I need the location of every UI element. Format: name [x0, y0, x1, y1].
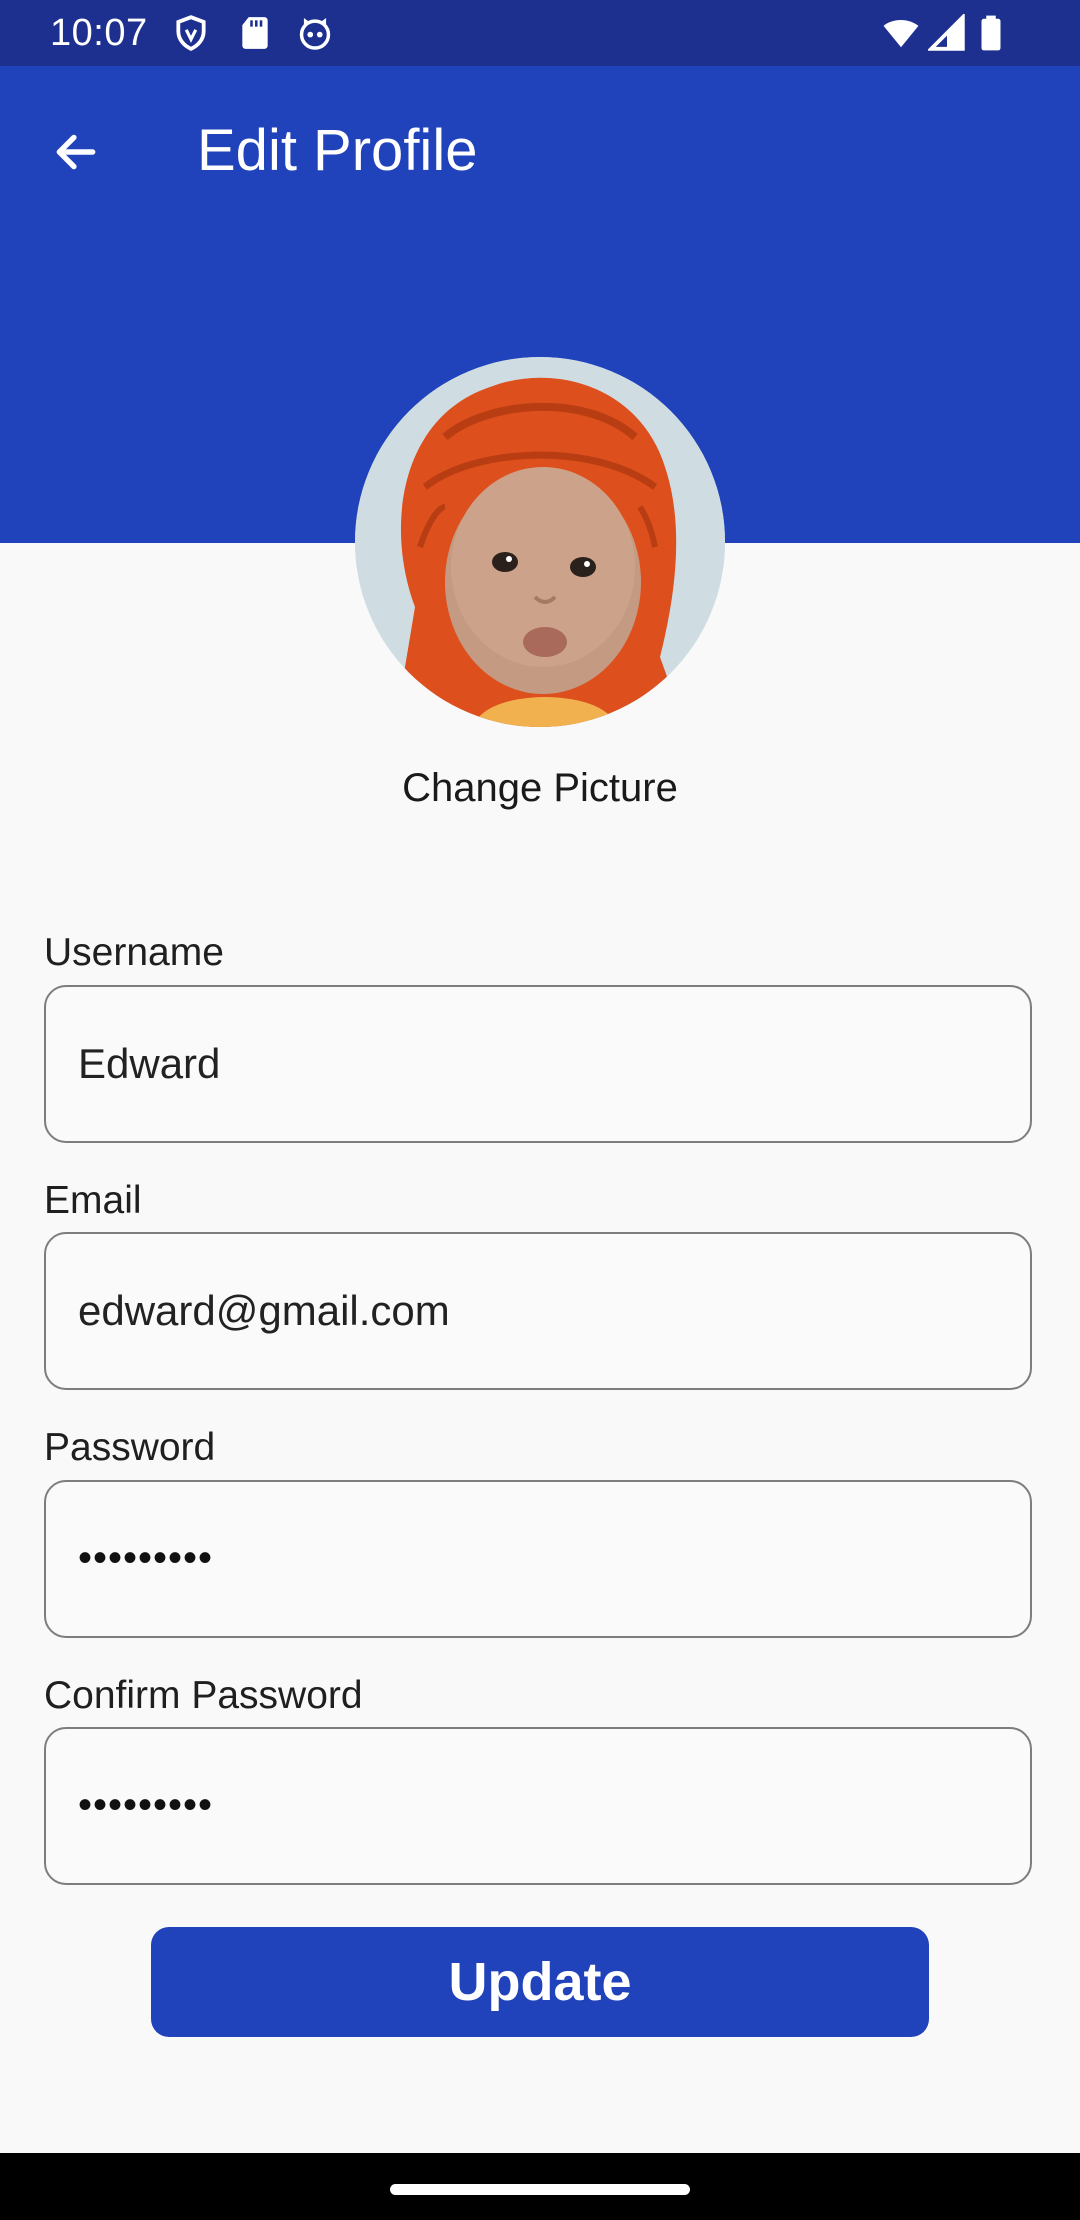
email-value: edward@gmail.com: [78, 1287, 450, 1334]
username-label: Username: [44, 931, 224, 974]
battery-icon: [981, 15, 1001, 51]
home-indicator[interactable]: [390, 2184, 690, 2195]
username-field[interactable]: Edward: [44, 985, 1032, 1143]
confirm-password-field[interactable]: •••••••••: [44, 1727, 1032, 1885]
sd-card-icon: [242, 17, 268, 49]
email-field[interactable]: edward@gmail.com: [44, 1232, 1032, 1390]
cat-face-icon: [299, 17, 331, 50]
shield-icon: [176, 15, 206, 51]
back-button[interactable]: [36, 112, 116, 192]
page-title: Edit Profile: [197, 118, 478, 183]
confirm-password-label: Confirm Password: [44, 1674, 363, 1717]
username-value: Edward: [78, 1040, 221, 1087]
status-time: 10:07: [50, 12, 148, 54]
signal-icon: [928, 14, 965, 51]
edit-profile-screen: 10:07 Edit Profile Change Picture Userna…: [0, 0, 1080, 2220]
avatar[interactable]: [355, 357, 725, 727]
change-picture-link[interactable]: Change Picture: [0, 758, 1080, 818]
password-field[interactable]: •••••••••: [44, 1480, 1032, 1638]
navigation-bar: [0, 2153, 1080, 2220]
password-value: •••••••••: [78, 1536, 214, 1580]
arrow-left-icon: [56, 134, 96, 170]
status-bar: 10:07: [0, 0, 1080, 66]
email-label: Email: [44, 1179, 142, 1222]
confirm-password-value: •••••••••: [78, 1783, 214, 1827]
password-label: Password: [44, 1426, 216, 1469]
wifi-icon: [883, 19, 919, 48]
update-button[interactable]: Update: [151, 1927, 929, 2037]
baby-photo-icon: [355, 357, 725, 727]
